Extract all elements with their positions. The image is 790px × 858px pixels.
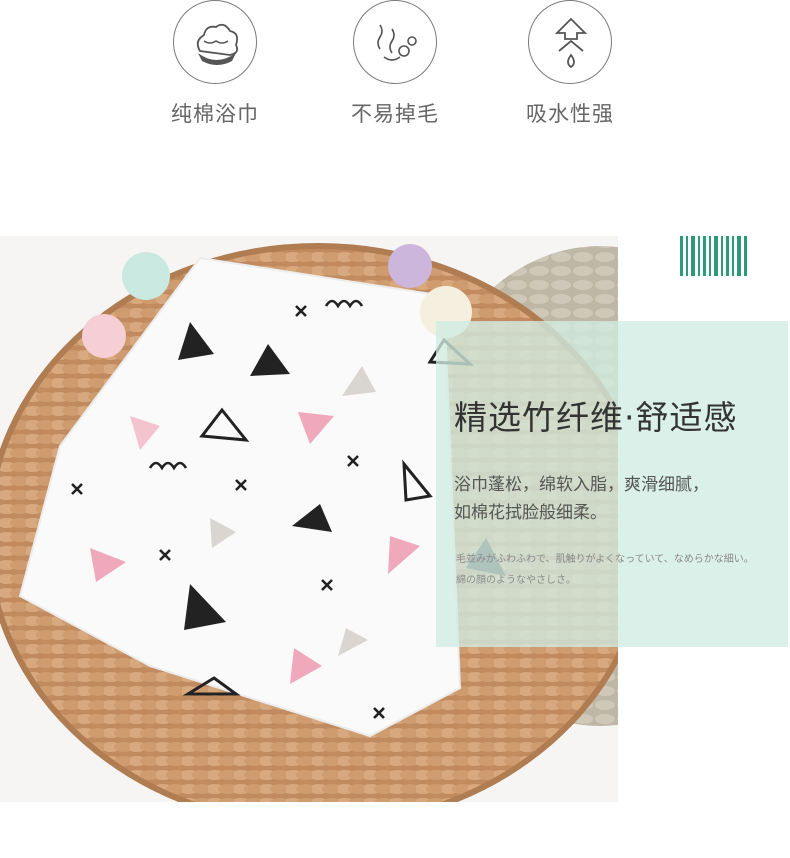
description-line: 浴巾蓬松，绵软入脂，爽滑细腻， bbox=[454, 475, 709, 495]
description-line: 如棉花拭脸般细柔。 bbox=[454, 503, 607, 523]
info-panel: 精选竹纤维·舒适感 浴巾蓬松，绵软入脂，爽滑细腻， 如棉花拭脸般细柔。 毛並みが… bbox=[436, 321, 788, 647]
feature-cotton: 纯棉浴巾 bbox=[135, 0, 295, 128]
barcode-icon bbox=[680, 236, 747, 276]
panel-headline: 精选竹纤维·舒适感 bbox=[454, 398, 738, 437]
feature-absorb: 吸水性强 bbox=[490, 0, 650, 128]
feature-label: 纯棉浴巾 bbox=[171, 102, 259, 126]
panel-japanese-text: 毛並みがふわふわで、肌触りがよくなっていて、なめらかな細い。 綿の顔のようなやさ… bbox=[456, 549, 786, 591]
feature-no-lint: 不易掉毛 bbox=[315, 0, 475, 128]
japanese-line: 綿の顔のようなやさしさ。 bbox=[456, 575, 576, 586]
feature-label: 不易掉毛 bbox=[351, 102, 439, 126]
no-lint-icon bbox=[353, 0, 437, 84]
feature-label: 吸水性强 bbox=[526, 102, 614, 126]
panel-description: 浴巾蓬松，绵软入脂，爽滑细腻， 如棉花拭脸般细柔。 bbox=[454, 471, 784, 527]
cotton-icon bbox=[173, 0, 257, 84]
absorb-water-icon bbox=[528, 0, 612, 84]
japanese-line: 毛並みがふわふわで、肌触りがよくなっていて、なめらかな細い。 bbox=[456, 554, 754, 565]
